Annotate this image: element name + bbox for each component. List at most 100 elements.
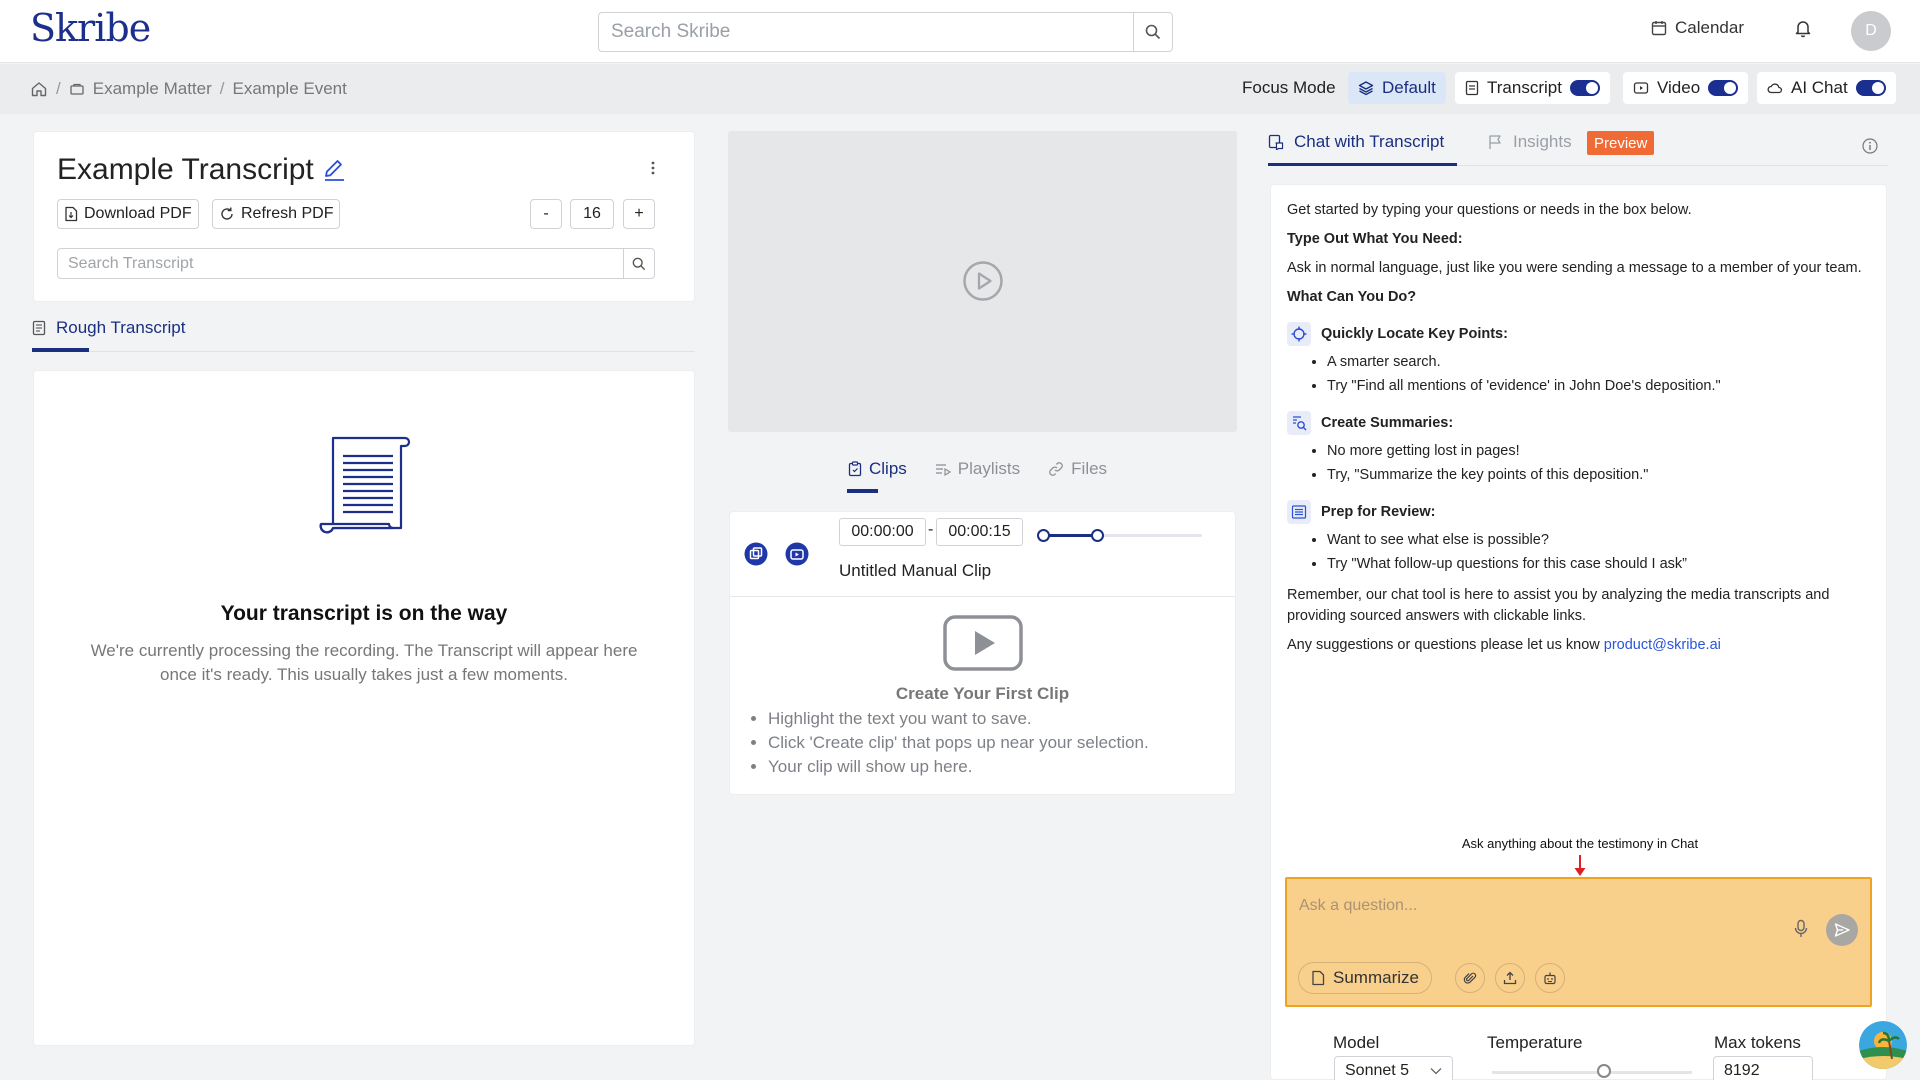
empty-state-title: Your transcript is on the way bbox=[220, 602, 508, 625]
transcript-title-text: Example Transcript bbox=[57, 153, 314, 186]
list-item: A smarter search. bbox=[1327, 352, 1872, 373]
edit-clip-icon[interactable] bbox=[785, 542, 809, 566]
focus-transcript-label: Transcript bbox=[1487, 78, 1562, 97]
remember-text: Remember, our chat tool is here to assis… bbox=[1287, 587, 1830, 624]
notifications-button[interactable] bbox=[1793, 18, 1813, 38]
temperature-slider-track[interactable] bbox=[1492, 1071, 1692, 1074]
list-item: Want to see what else is possible? bbox=[1327, 530, 1872, 551]
tab-chat-with-transcript[interactable]: Chat with Transcript bbox=[1268, 132, 1444, 152]
breadcrumb-event[interactable]: Example Event bbox=[233, 79, 347, 99]
transcript-title: Example Transcript bbox=[57, 153, 346, 187]
calendar-button[interactable]: Calendar bbox=[1651, 16, 1744, 40]
refresh-pdf-button[interactable]: Refresh PDF bbox=[212, 199, 341, 229]
active-tab-indicator bbox=[32, 348, 89, 352]
global-search bbox=[598, 12, 1173, 52]
aichat-toggle-switch[interactable] bbox=[1855, 80, 1886, 96]
attach-button[interactable] bbox=[1455, 963, 1485, 993]
insights-tab-label: Insights bbox=[1513, 132, 1572, 151]
chat-tab-label: Chat with Transcript bbox=[1294, 132, 1445, 151]
link-icon bbox=[1049, 462, 1063, 476]
time-separator: - bbox=[928, 521, 934, 538]
tab-playlists[interactable]: Playlists bbox=[935, 459, 1020, 479]
feature-title: Prep for Review: bbox=[1321, 503, 1436, 520]
transcript-search-button[interactable] bbox=[623, 249, 654, 278]
tab-playlists-label: Playlists bbox=[957, 459, 1021, 478]
feature-title: Create Summaries: bbox=[1321, 414, 1454, 431]
temperature-slider-handle[interactable] bbox=[1597, 1064, 1611, 1078]
clip-row-divider bbox=[729, 596, 1236, 597]
playlist-icon bbox=[935, 464, 951, 476]
list-icon bbox=[1287, 500, 1311, 524]
transcript-search-input[interactable] bbox=[68, 255, 608, 273]
breadcrumb-matter[interactable]: Example Matter bbox=[93, 79, 212, 99]
type-description: Ask in normal language, just like you we… bbox=[1287, 260, 1862, 276]
list-item: Highlight the text you want to save. bbox=[768, 707, 1149, 731]
transcript-toggle-switch[interactable] bbox=[1569, 80, 1600, 96]
increase-font-button[interactable]: + bbox=[623, 199, 655, 229]
download-pdf-label: Download PDF bbox=[84, 205, 192, 222]
home-icon[interactable] bbox=[30, 80, 48, 98]
font-size-value[interactable]: 16 bbox=[570, 199, 614, 229]
list-item: Try "Find all mentions of 'evidence' in … bbox=[1327, 376, 1872, 397]
search-icon bbox=[1145, 24, 1161, 40]
max-tokens-input[interactable]: 8192 bbox=[1713, 1056, 1813, 1080]
suggestions-label: Any suggestions or questions please let … bbox=[1287, 637, 1604, 653]
upload-button[interactable] bbox=[1495, 963, 1525, 993]
robot-icon bbox=[1544, 972, 1556, 985]
download-pdf-button[interactable]: Download PDF bbox=[57, 199, 199, 229]
more-options-icon[interactable] bbox=[650, 160, 656, 176]
clipboard-icon bbox=[848, 461, 862, 477]
focus-default-label: Default bbox=[1382, 78, 1436, 97]
type-heading: Type Out What You Need: bbox=[1287, 231, 1463, 247]
focus-video-label: Video bbox=[1657, 78, 1701, 97]
copy-clip-icon[interactable] bbox=[744, 542, 768, 566]
contact-email-link[interactable]: product@skribe.ai bbox=[1604, 637, 1721, 653]
tab-rough-transcript[interactable]: Rough Transcript bbox=[32, 318, 185, 338]
summarize-button[interactable]: Summarize bbox=[1298, 962, 1432, 994]
chat-annotation: Ask anything about the testimony in Chat bbox=[1461, 836, 1699, 851]
info-icon[interactable] bbox=[1862, 138, 1878, 154]
active-tab-indicator bbox=[1268, 163, 1457, 166]
list-item: Click 'Create clip' that pops up near yo… bbox=[768, 731, 1149, 755]
refresh-icon bbox=[221, 207, 233, 220]
focus-default-button[interactable]: Default bbox=[1348, 72, 1446, 104]
feature-bullets: No more getting lost in pages! Try, "Sum… bbox=[1327, 441, 1872, 486]
what-heading: What Can You Do? bbox=[1287, 289, 1417, 305]
calendar-label: Calendar bbox=[1675, 18, 1744, 37]
model-select[interactable]: Sonnet 5 bbox=[1334, 1056, 1453, 1080]
video-toggle-switch[interactable] bbox=[1708, 80, 1739, 96]
suggestions-text: Any suggestions or questions please let … bbox=[1287, 635, 1872, 656]
search-button[interactable] bbox=[1133, 13, 1172, 51]
clip-start-handle[interactable] bbox=[1037, 529, 1050, 542]
focus-aichat-toggle[interactable]: AI Chat bbox=[1757, 72, 1896, 104]
global-search-input[interactable] bbox=[611, 21, 1111, 43]
tab-files[interactable]: Files bbox=[1048, 459, 1107, 479]
decrease-font-button[interactable]: - bbox=[530, 199, 562, 229]
assistant-avatar[interactable] bbox=[1859, 1021, 1907, 1069]
clip-start-time[interactable]: 00:00:00 bbox=[839, 518, 926, 546]
send-button[interactable] bbox=[1826, 914, 1858, 946]
user-avatar[interactable]: D bbox=[1851, 11, 1891, 51]
tab-insights[interactable]: Insights bbox=[1487, 132, 1572, 152]
focus-transcript-toggle[interactable]: Transcript bbox=[1455, 72, 1610, 104]
focus-video-toggle[interactable]: Video bbox=[1623, 72, 1749, 104]
preview-badge: Preview bbox=[1587, 131, 1655, 155]
empty-state-description: We're currently processing the recording… bbox=[90, 641, 638, 684]
chat-question-input[interactable] bbox=[1299, 897, 1819, 915]
clip-end-time[interactable]: 00:00:15 bbox=[936, 518, 1023, 546]
robot-button[interactable] bbox=[1535, 963, 1565, 993]
upload-icon bbox=[1503, 971, 1517, 985]
tab-clips[interactable]: Clips bbox=[848, 459, 907, 479]
microphone-icon[interactable] bbox=[1793, 919, 1809, 939]
play-icon[interactable] bbox=[962, 260, 1004, 302]
clip-end-handle[interactable] bbox=[1091, 529, 1104, 542]
focus-mode-label: Focus Mode bbox=[1242, 78, 1336, 97]
feature-heading: Prep for Review: bbox=[1287, 500, 1872, 524]
clip-name[interactable]: Untitled Manual Clip bbox=[839, 561, 991, 581]
edit-title-icon[interactable] bbox=[322, 157, 346, 183]
chevron-down-icon bbox=[1430, 1068, 1442, 1075]
list-item: No more getting lost in pages! bbox=[1327, 441, 1872, 462]
tab-files-label: Files bbox=[1071, 459, 1108, 478]
crosshair-icon bbox=[1287, 322, 1311, 346]
skribe-logo[interactable]: Skribe bbox=[30, 6, 151, 50]
